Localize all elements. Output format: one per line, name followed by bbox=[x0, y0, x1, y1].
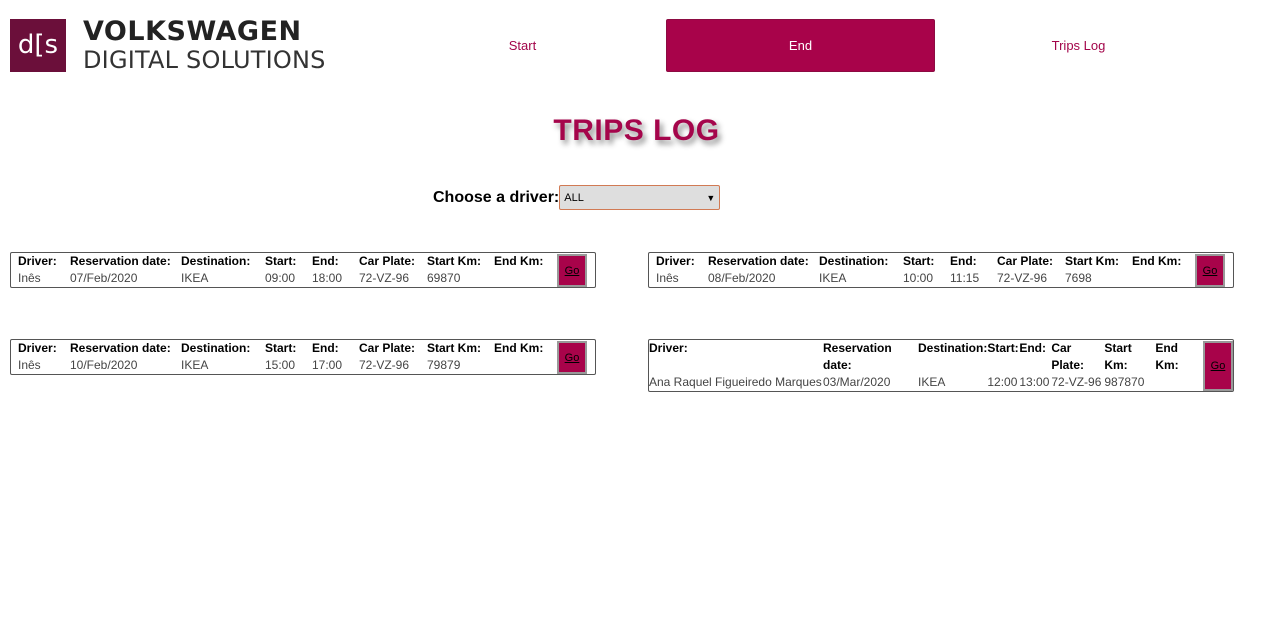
cell-car-plate: 72-VZ-96 bbox=[1051, 375, 1102, 389]
cell-destination: IKEA bbox=[819, 271, 847, 285]
col-end: End: bbox=[1019, 341, 1047, 355]
cell-start-km: 69870 bbox=[427, 271, 461, 285]
col-driver: Driver: bbox=[18, 254, 57, 268]
cell-end: 13:00 bbox=[1019, 375, 1050, 389]
col-end-km: End Km: bbox=[494, 341, 544, 355]
col-car-plate: Car Plate: bbox=[359, 341, 416, 355]
cell-start-km: 79879 bbox=[427, 358, 461, 372]
trip-card: Driver: Reservation date: Destination: S… bbox=[648, 339, 1234, 392]
go-button[interactable]: Go bbox=[1195, 254, 1225, 287]
trip-card: Driver: Reservation date: Destination: S… bbox=[10, 252, 596, 288]
trip-table: Driver: Reservation date: Destination: S… bbox=[649, 340, 1199, 391]
logo-mark: d[s bbox=[10, 18, 66, 72]
cell-reservation-date: 03/Mar/2020 bbox=[823, 375, 891, 389]
go-button[interactable]: Go bbox=[557, 254, 587, 287]
col-start: Start: bbox=[265, 254, 297, 268]
col-destination: Destination: bbox=[181, 254, 251, 268]
cell-start: 15:00 bbox=[265, 358, 296, 372]
cell-end-km bbox=[1155, 374, 1199, 391]
col-car-plate: Car Plate: bbox=[359, 254, 416, 268]
cell-destination: IKEA bbox=[181, 271, 209, 285]
col-car-plate: Car Plate: bbox=[1051, 341, 1085, 372]
cell-destination: IKEA bbox=[181, 358, 209, 372]
cell-driver: Inês bbox=[18, 271, 41, 285]
cell-start: 12:00 bbox=[987, 375, 1018, 389]
cell-driver: Ana Raquel Figueiredo Marques bbox=[649, 375, 822, 389]
col-driver: Driver: bbox=[656, 254, 695, 268]
logo-line-2: DIGITAL SOLUTIONS bbox=[83, 46, 326, 74]
cell-car-plate: 72-VZ-96 bbox=[359, 358, 410, 372]
nav-end[interactable]: End bbox=[666, 19, 935, 72]
cell-reservation-date: 10/Feb/2020 bbox=[70, 358, 138, 372]
col-end-km: End Km: bbox=[1132, 254, 1182, 268]
trip-table: Driver: Reservation date: Destination: S… bbox=[18, 253, 554, 287]
cell-reservation-date: 07/Feb/2020 bbox=[70, 271, 138, 285]
col-start: Start: bbox=[265, 341, 297, 355]
trip-card: Driver: Reservation date: Destination: S… bbox=[10, 339, 596, 375]
col-start: Start: bbox=[903, 254, 935, 268]
logo-text: VOLKSWAGEN DIGITAL SOLUTIONS bbox=[83, 18, 326, 72]
company-logo: d[s VOLKSWAGEN DIGITAL SOLUTIONS bbox=[10, 18, 326, 72]
cell-end-km bbox=[494, 357, 554, 374]
col-start-km: Start Km: bbox=[1104, 341, 1132, 372]
go-button[interactable]: Go bbox=[1203, 341, 1233, 391]
cell-end: 17:00 bbox=[312, 358, 343, 372]
col-end: End: bbox=[312, 254, 339, 268]
trip-card: Driver: Reservation date: Destination: S… bbox=[648, 252, 1234, 288]
driver-select-value: ALL bbox=[564, 191, 584, 204]
cell-car-plate: 72-VZ-96 bbox=[359, 271, 410, 285]
cell-destination: IKEA bbox=[918, 375, 946, 389]
col-destination: Destination: bbox=[918, 341, 988, 355]
col-destination: Destination: bbox=[819, 254, 889, 268]
cell-car-plate: 72-VZ-96 bbox=[997, 271, 1048, 285]
cell-end: 11:15 bbox=[950, 271, 980, 285]
cell-reservation-date: 08/Feb/2020 bbox=[708, 271, 776, 285]
col-destination: Destination: bbox=[181, 341, 251, 355]
col-start-km: Start Km: bbox=[427, 341, 482, 355]
col-start: Start: bbox=[987, 341, 1019, 355]
nav-trips-log[interactable]: Trips Log bbox=[944, 19, 1213, 72]
driver-select[interactable]: ALL ▼ bbox=[559, 185, 721, 210]
cell-start: 09:00 bbox=[265, 271, 296, 285]
cell-driver: Inês bbox=[18, 358, 41, 372]
trip-table: Driver: Reservation date: Destination: S… bbox=[656, 253, 1192, 287]
col-reservation-date: Reservation date: bbox=[823, 341, 892, 372]
cell-start: 10:00 bbox=[903, 271, 934, 285]
cell-end-km bbox=[494, 270, 554, 287]
go-button[interactable]: Go bbox=[557, 341, 587, 374]
page-title: TRIPS LOG bbox=[553, 114, 720, 147]
logo-line-1: VOLKSWAGEN bbox=[83, 16, 302, 47]
col-end: End: bbox=[950, 254, 977, 268]
dropdown-arrow-icon: ▼ bbox=[706, 192, 716, 203]
col-reservation-date: Reservation date: bbox=[70, 254, 171, 268]
driver-filter-label: Choose a driver: bbox=[433, 188, 560, 206]
nav-start[interactable]: Start bbox=[388, 19, 657, 72]
cell-driver: Inês bbox=[656, 271, 679, 285]
col-start-km: Start Km: bbox=[427, 254, 482, 268]
col-driver: Driver: bbox=[649, 341, 688, 355]
col-car-plate: Car Plate: bbox=[997, 254, 1054, 268]
cell-start-km: 987870 bbox=[1104, 375, 1145, 389]
cell-end: 18:00 bbox=[312, 271, 343, 285]
cell-end-km bbox=[1132, 270, 1192, 287]
col-end-km: End Km: bbox=[494, 254, 544, 268]
col-driver: Driver: bbox=[18, 341, 57, 355]
top-navigation: Start End Trips Log bbox=[388, 19, 1222, 72]
trip-table: Driver: Reservation date: Destination: S… bbox=[18, 340, 554, 374]
col-reservation-date: Reservation date: bbox=[708, 254, 809, 268]
cell-start-km: 7698 bbox=[1065, 271, 1092, 285]
driver-filter: Choose a driver: ALL ▼ bbox=[433, 185, 721, 210]
col-end-km: End Km: bbox=[1155, 341, 1179, 372]
col-end: End: bbox=[312, 341, 339, 355]
col-start-km: Start Km: bbox=[1065, 254, 1120, 268]
col-reservation-date: Reservation date: bbox=[70, 341, 171, 355]
